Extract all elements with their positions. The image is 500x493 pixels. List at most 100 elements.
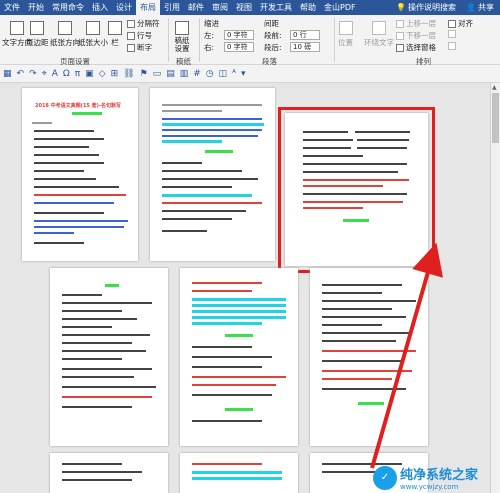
columns-label: 栏 — [111, 38, 119, 47]
columns-icon — [108, 21, 122, 35]
watermark-title: 纯净系统之家 — [400, 468, 479, 483]
wrap-text-button[interactable]: 环绕文字 — [364, 21, 394, 48]
tell-me-search[interactable]: 💡 操作说明搜索 — [392, 2, 460, 13]
indent-left-label: 左: — [204, 31, 215, 40]
paper-size-icon — [86, 21, 100, 35]
hyphenation-label: 断字 — [137, 43, 152, 52]
symbol-omega-icon[interactable]: Ω — [63, 69, 70, 79]
bookmark-icon[interactable]: ⚑ — [140, 69, 148, 79]
line-numbers-icon — [127, 31, 135, 40]
position-icon — [338, 21, 353, 35]
margins-label: 页边距 — [26, 38, 49, 47]
indent-right-label: 右: — [204, 43, 215, 52]
indent-left-input[interactable]: 0 字符 — [224, 30, 254, 40]
line-numbers-button[interactable]: 行号 — [127, 30, 152, 41]
object-icon[interactable]: ◫ — [219, 69, 228, 79]
selection-pane-icon — [396, 43, 404, 52]
selection-pane-button[interactable]: 选择窗格 — [396, 42, 436, 53]
tab-insert[interactable]: 插入 — [88, 0, 112, 15]
columns-button[interactable]: 栏 — [108, 21, 122, 48]
table-icon[interactable]: ⊞ — [111, 69, 119, 79]
send-backward-label: 下移一层 — [406, 31, 436, 40]
document-multi-page-view[interactable]: 2018 中考语文真题(15 套)-名句默写 — [0, 83, 490, 493]
breaks-button[interactable]: 分隔符 — [127, 18, 160, 29]
group-separator — [168, 18, 169, 62]
margins-button[interactable]: 页边距 — [26, 21, 49, 48]
rotate-button[interactable] — [448, 42, 456, 50]
tab-review[interactable]: 审阅 — [208, 0, 232, 15]
layout-icon[interactable]: ▦ — [3, 69, 12, 79]
tab-references[interactable]: 引用 — [160, 0, 184, 15]
hyperlink-icon[interactable]: ⛓ — [123, 69, 134, 79]
header-icon[interactable]: ▤ — [166, 69, 175, 79]
position-button[interactable]: 位置 — [338, 21, 353, 48]
person-icon: 👤 — [466, 3, 476, 12]
group-objects-button[interactable] — [448, 30, 456, 38]
selection-pane-label: 选择窗格 — [406, 43, 436, 52]
bring-forward-button[interactable]: 上移一层 — [396, 18, 436, 29]
wordart-icon[interactable]: ᴬ — [232, 69, 236, 79]
draft-paper-label: 稿纸设置 — [174, 36, 190, 53]
footer-icon[interactable]: ▥ — [180, 69, 189, 79]
picture-icon[interactable]: ▣ — [85, 69, 94, 79]
send-backward-button[interactable]: 下移一层 — [396, 30, 436, 41]
draft-paper-icon — [175, 21, 189, 35]
draft-paper-settings-button[interactable]: 稿纸设置 — [172, 21, 192, 53]
tab-common-commands[interactable]: 常用命令 — [48, 0, 88, 15]
equation-pi-icon[interactable]: π — [75, 69, 80, 79]
annotation-arrow — [370, 242, 443, 469]
breaks-icon — [127, 19, 135, 28]
orientation-label: 纸张方向 — [50, 38, 80, 47]
date-icon[interactable]: ◷ — [206, 69, 214, 79]
spacing-before-input[interactable]: 0 行 — [290, 30, 320, 40]
tab-view[interactable]: 视图 — [232, 0, 256, 15]
spacing-header: 间距 — [264, 19, 279, 28]
page-number-icon[interactable]: # — [193, 69, 201, 79]
undo-icon[interactable]: ↶ — [17, 69, 25, 79]
size-button[interactable]: 纸张大小 — [78, 21, 108, 48]
bring-forward-icon — [396, 19, 404, 28]
line-numbers-label: 行号 — [137, 31, 152, 40]
comment-icon[interactable]: ▭ — [153, 69, 162, 79]
wrap-text-label: 环绕文字 — [364, 38, 394, 47]
watermark-logo-icon: ✓ — [373, 465, 397, 490]
scroll-up-icon[interactable]: ▲ — [492, 84, 497, 91]
share-button[interactable]: 👤 共享 — [460, 2, 500, 13]
spacing-after-input[interactable]: 10 磅 — [290, 42, 320, 52]
tab-kingsoft-pdf[interactable]: 金山PDF — [320, 0, 360, 15]
tab-layout[interactable]: 布局 — [136, 0, 160, 15]
text-box-icon[interactable]: A — [52, 69, 58, 79]
tab-design[interactable]: 设计 — [112, 0, 136, 15]
wrap-text-icon — [372, 21, 386, 35]
tab-file[interactable]: 文件 — [0, 0, 24, 15]
orientation-icon — [58, 21, 72, 35]
tab-mailings[interactable]: 邮件 — [184, 0, 208, 15]
align-button[interactable]: 对齐 — [448, 18, 473, 29]
bring-forward-label: 上移一层 — [406, 19, 436, 28]
hyphenation-button[interactable]: 断字 — [127, 42, 152, 53]
vertical-scrollbar[interactable]: ▲ — [490, 83, 500, 493]
shapes-icon[interactable]: ◇ — [99, 69, 106, 79]
indent-header: 缩进 — [204, 19, 219, 28]
tab-developer[interactable]: 开发工具 — [256, 0, 296, 15]
group-separator — [334, 18, 335, 62]
margins-icon — [30, 21, 45, 35]
scrollbar-thumb[interactable] — [492, 93, 499, 143]
size-label: 纸张大小 — [78, 38, 108, 47]
watermark: ✓ 纯净系统之家 www.ycwjzy.com — [373, 462, 500, 493]
spacing-after-label: 段后: — [264, 43, 282, 52]
breaks-label: 分隔符 — [137, 19, 160, 28]
watermark-url: www.ycwjzy.com — [400, 483, 459, 491]
customize-qat-icon[interactable]: ▾ — [241, 69, 246, 79]
redo-icon[interactable]: ↷ — [29, 69, 37, 79]
position-label: 位置 — [338, 38, 353, 47]
orientation-button[interactable]: 纸张方向 — [50, 21, 80, 48]
tab-help[interactable]: 帮助 — [296, 0, 320, 15]
format-painter-icon[interactable]: ⌖ — [42, 69, 47, 79]
align-icon — [448, 19, 456, 28]
indent-right-input[interactable]: 0 字符 — [224, 42, 254, 52]
group-objects-icon — [448, 30, 456, 38]
tab-home[interactable]: 开始 — [24, 0, 48, 15]
ribbon-layout-panel: 文字方向 页边距 纸张方向 纸张大小 栏 分隔符 行号 断字 页面设置 稿纸设置… — [0, 15, 500, 66]
group-separator — [199, 18, 200, 62]
